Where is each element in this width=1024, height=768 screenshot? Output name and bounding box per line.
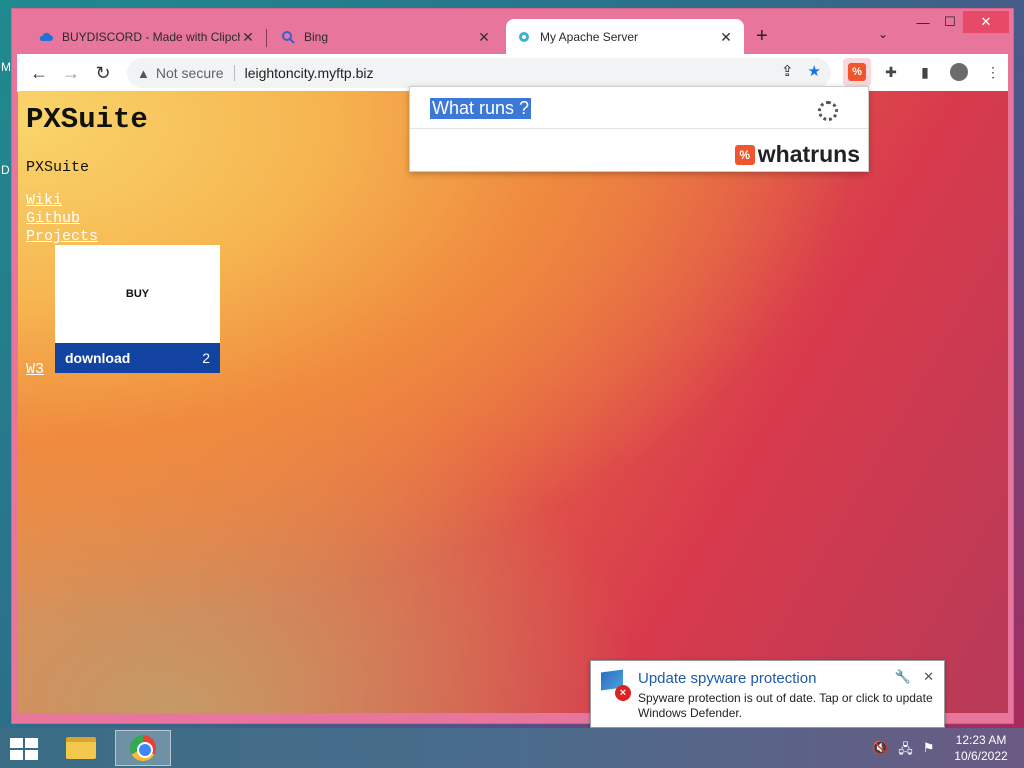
clock-date: 10/6/2022 xyxy=(954,749,1008,763)
page-content: PXSuite PXSuite Wiki Github Projects W3 … xyxy=(18,91,1008,713)
link-projects[interactable]: Projects xyxy=(26,228,98,245)
side-panel-icon[interactable]: ▮ xyxy=(911,58,939,86)
back-button[interactable]: ← xyxy=(23,57,55,89)
menu-kebab-icon[interactable]: ⋮ xyxy=(979,58,1007,86)
windows-logo-icon xyxy=(25,738,38,748)
tab-close-icon[interactable]: ✕ xyxy=(718,29,734,46)
avatar xyxy=(950,63,968,81)
whatruns-logo-icon: % xyxy=(734,144,755,165)
extensions-area: % ✚ ▮ ⋮ xyxy=(843,58,1007,86)
desktop-fragment-m: M xyxy=(1,60,11,74)
page-title: PXSuite xyxy=(26,103,148,136)
volume-muted-icon[interactable]: 🔇 xyxy=(872,740,888,762)
notification-body[interactable]: Spyware protection is out of date. Tap o… xyxy=(638,691,938,721)
security-label[interactable]: Not secure xyxy=(156,65,224,81)
close-icon[interactable]: ✕ xyxy=(923,669,934,685)
link-github[interactable]: Github xyxy=(26,210,80,227)
desktop-fragment-d: D xyxy=(1,163,10,177)
clock-time: 12:23 AM xyxy=(955,733,1007,747)
close-window-button[interactable]: ✕ xyxy=(963,11,1009,33)
whatruns-icon: % xyxy=(848,63,866,81)
link-w3[interactable]: W3 xyxy=(26,361,44,378)
tab-close-icon[interactable]: ✕ xyxy=(476,29,492,46)
folder-icon xyxy=(66,737,96,759)
start-button[interactable] xyxy=(10,738,38,760)
bookmark-star-icon[interactable]: ★ xyxy=(808,62,821,80)
tab-buydiscord[interactable]: BUYDISCORD - Made with Clipch ✕ xyxy=(28,19,266,55)
popup-header: What runs ? xyxy=(410,87,868,129)
whatruns-popup: What runs ? % whatruns xyxy=(409,86,869,172)
extensions-puzzle-icon[interactable]: ✚ xyxy=(877,58,905,86)
reload-button[interactable]: ↻ xyxy=(87,57,119,89)
defender-flag-icon: × xyxy=(601,669,633,701)
action-center-flag-icon[interactable]: ⚑ xyxy=(923,740,935,762)
windows-logo-icon xyxy=(10,738,23,748)
wrench-icon[interactable]: 🔧 xyxy=(895,669,911,685)
whatruns-logo-text: whatruns xyxy=(757,141,860,167)
whatruns-extension-button[interactable]: % xyxy=(843,58,871,86)
page-subtitle: PXSuite xyxy=(26,159,90,176)
url-text[interactable]: leightoncity.myftp.biz xyxy=(245,65,374,81)
maximize-button[interactable]: ☐ xyxy=(935,11,965,33)
address-divider xyxy=(233,65,235,81)
tab-bing[interactable]: Bing ✕ xyxy=(270,19,502,55)
windows-logo-icon xyxy=(10,750,23,760)
popup-title: What runs ? xyxy=(430,98,532,119)
error-badge-icon: × xyxy=(615,685,631,701)
search-icon xyxy=(280,29,296,45)
new-tab-button[interactable]: + xyxy=(756,25,768,48)
system-tray: 🔇 🖧 ⚑ xyxy=(872,740,934,762)
system-clock[interactable]: 12:23 AM 10/6/2022 xyxy=(948,732,1014,764)
tab-title: Bing xyxy=(304,30,329,44)
windows-logo-icon xyxy=(25,750,38,760)
tab-my-apache-server[interactable]: My Apache Server ✕ xyxy=(506,19,744,55)
cloud-icon xyxy=(38,29,54,45)
notification-toast[interactable]: × Update spyware protection Spyware prot… xyxy=(590,660,945,738)
link-wiki[interactable]: Wiki xyxy=(26,192,62,209)
minimize-button[interactable]: — xyxy=(908,11,938,33)
warning-icon[interactable]: ▲ xyxy=(137,66,150,81)
buy-label[interactable]: BUY xyxy=(55,245,220,343)
whatruns-logo[interactable]: % whatruns xyxy=(734,141,860,168)
share-icon[interactable]: ⇪ xyxy=(781,62,794,80)
notification-actions: 🔧 ✕ xyxy=(895,669,934,685)
tab-divider xyxy=(266,29,267,47)
taskbar-file-explorer[interactable] xyxy=(53,730,109,766)
tab-search-button[interactable]: ⌄ xyxy=(878,27,888,41)
taskbar: 🔇 🖧 ⚑ 12:23 AM 10/6/2022 xyxy=(0,728,1024,768)
download-count: 2 xyxy=(202,350,210,366)
address-bar[interactable]: ▲ Not secure leightoncity.myftp.biz ⇪ ★ xyxy=(127,58,831,88)
notification-title[interactable]: Update spyware protection xyxy=(638,670,816,687)
chrome-icon xyxy=(130,735,156,761)
loading-spinner-icon xyxy=(818,101,838,121)
profile-button[interactable] xyxy=(945,58,973,86)
download-bar[interactable]: download 2 xyxy=(55,343,220,373)
tab-title: My Apache Server xyxy=(540,30,639,44)
tab-strip: BUYDISCORD - Made with Clipch ✕ Bing ✕ M… xyxy=(12,9,1013,55)
forward-button[interactable]: → xyxy=(55,57,87,89)
globe-icon xyxy=(516,29,532,45)
tab-close-icon[interactable]: ✕ xyxy=(240,29,256,46)
taskbar-chrome[interactable] xyxy=(115,730,171,766)
buy-card[interactable]: BUY download 2 xyxy=(55,245,220,373)
download-label: download xyxy=(65,350,131,366)
tab-title: BUYDISCORD - Made with Clipch xyxy=(62,30,240,44)
network-icon[interactable]: 🖧 xyxy=(898,740,913,762)
